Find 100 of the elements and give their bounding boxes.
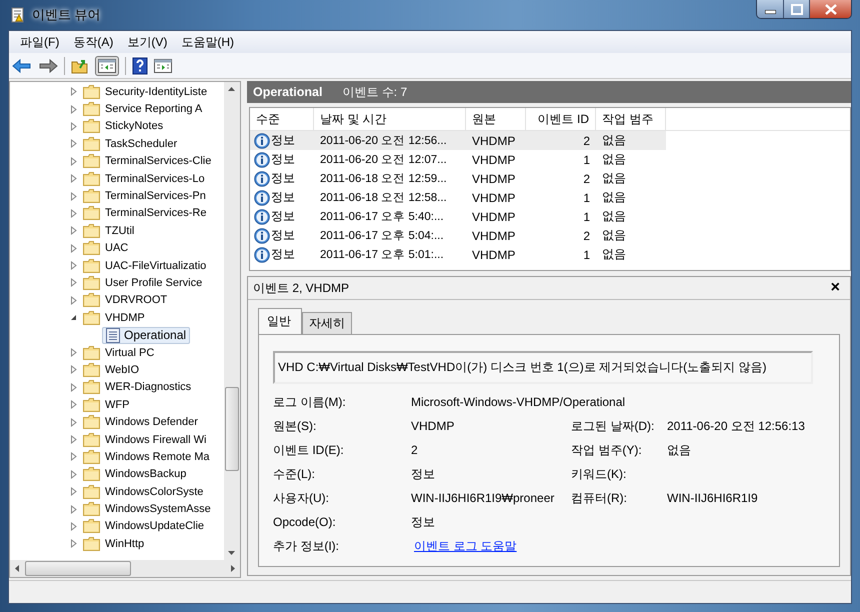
tree-item[interactable]: TerminalServices-Lo (104, 172, 206, 185)
tree-item[interactable]: WindowsUpdateClie (104, 520, 206, 532)
menu-item[interactable]: 파일(F) (13, 34, 66, 50)
horizontal-scrollbar[interactable] (10, 560, 240, 577)
expand-arrow-icon[interactable] (70, 382, 78, 392)
tree-item[interactable]: VDRVROOT (104, 294, 168, 306)
forward-icon[interactable] (38, 58, 58, 74)
collapse-arrow-icon[interactable] (70, 313, 78, 322)
tree-item[interactable]: Windows Firewall Wi (104, 434, 208, 446)
tree-item[interactable]: Virtual PC (104, 346, 156, 359)
tree-item[interactable]: User Profile Service (104, 276, 204, 289)
tree-item[interactable]: TaskScheduler (104, 138, 178, 150)
column-header[interactable]: 이벤트 ID (526, 108, 596, 130)
tree-item[interactable]: Windows Remote Ma (104, 450, 211, 463)
tree-item[interactable]: WebIO (104, 364, 140, 376)
folder-icon (83, 102, 100, 116)
expand-arrow-icon[interactable] (70, 400, 78, 410)
expand-arrow-icon[interactable] (70, 208, 78, 218)
folder-icon (83, 432, 100, 446)
tree-item[interactable]: TerminalServices-Pn (104, 190, 207, 202)
vertical-scrollbar[interactable] (224, 82, 240, 560)
event-row[interactable]: 정보 2011-06-20 오전 12:56... VHDMP 2 없음 (250, 131, 666, 150)
tree-item[interactable]: TZUtil (104, 224, 136, 237)
tree-item[interactable]: WindowsColorSyste (104, 486, 204, 498)
expand-arrow-icon[interactable] (70, 504, 78, 514)
tree-item[interactable]: TerminalServices-Clie (104, 155, 212, 168)
expand-arrow-icon[interactable] (70, 192, 78, 201)
expand-arrow-icon[interactable] (70, 470, 78, 479)
minimize-button[interactable] (757, 0, 783, 18)
table-cell-text: 2 (582, 134, 591, 148)
expand-arrow-icon[interactable] (70, 296, 78, 305)
expand-arrow-icon[interactable] (70, 261, 78, 270)
expand-arrow-icon[interactable] (70, 452, 78, 462)
tree-item[interactable]: Operational (102, 326, 190, 344)
property-label: 로그된 날짜(D): (571, 418, 656, 434)
menu-item[interactable]: 도움말(H) (174, 34, 241, 50)
maximize-button[interactable] (783, 0, 809, 18)
event-row[interactable]: 정보 2011-06-18 오전 12:59... VHDMP 2 없음 (250, 169, 666, 188)
event-row[interactable]: 정보 2011-06-17 오후 5:01:... VHDMP 1 없음 (250, 245, 666, 264)
property-value: 정보 (411, 467, 435, 481)
expand-arrow-icon[interactable] (70, 418, 78, 427)
property-label: 키워드(K): (571, 466, 628, 482)
table-cell-text: 없음 (601, 189, 627, 206)
expand-arrow-icon[interactable] (70, 122, 78, 131)
info-icon (254, 152, 270, 168)
folder-icon (83, 484, 100, 499)
app-icon (10, 7, 26, 23)
expand-arrow-icon[interactable] (70, 278, 78, 288)
expand-arrow-icon[interactable] (70, 539, 78, 548)
tree-item[interactable]: WFP (104, 398, 130, 411)
event-row[interactable]: 정보 2011-06-17 오후 5:40:... VHDMP 1 없음 (250, 207, 666, 226)
tree-item[interactable]: UAC (104, 242, 130, 254)
tree-item[interactable]: WinHttp (104, 538, 146, 550)
tree-item[interactable]: WindowsSystemAsse (104, 503, 212, 516)
table-cell-text: 없음 (601, 246, 627, 263)
tree-item[interactable]: WindowsBackup (104, 468, 188, 480)
column-header[interactable]: 수준 (250, 108, 314, 130)
expand-arrow-icon[interactable] (70, 104, 78, 114)
help-icon[interactable] (132, 56, 148, 74)
tree-item[interactable]: Windows Defender (104, 416, 199, 428)
expand-arrow-icon[interactable] (70, 348, 78, 358)
expand-arrow-icon[interactable] (70, 487, 78, 496)
table-cell-text: 없음 (601, 151, 627, 168)
scroll-thumb[interactable] (25, 561, 131, 576)
event-row[interactable]: 정보 2011-06-20 오전 12:07... VHDMP 1 없음 (250, 150, 666, 169)
close-button[interactable]: × (830, 279, 840, 297)
expand-arrow-icon[interactable] (70, 365, 78, 374)
back-icon[interactable] (12, 58, 32, 74)
action-pane-icon[interactable] (154, 58, 172, 72)
table-cell: 정보 (271, 170, 295, 187)
expand-arrow-icon[interactable] (70, 174, 78, 184)
event-row[interactable]: 정보 2011-06-18 오전 12:58... VHDMP 1 없음 (250, 188, 666, 207)
expand-arrow-icon[interactable] (70, 139, 78, 148)
event-row[interactable]: 정보 2011-06-17 오후 5:04:... VHDMP 2 없음 (250, 226, 666, 245)
column-header[interactable]: 작업 범주 (596, 108, 666, 130)
tree-item[interactable]: TerminalServices-Re (104, 207, 208, 220)
tab[interactable]: 일반 (258, 308, 302, 334)
tab[interactable]: 자세히 (302, 312, 352, 334)
column-header[interactable]: 날짜 및 시간 (314, 108, 466, 130)
expand-arrow-icon[interactable] (70, 244, 78, 253)
tree-item[interactable]: WER-Diagnostics (104, 381, 192, 394)
tree-item[interactable]: Security-IdentityListe (104, 86, 208, 98)
scroll-thumb[interactable] (225, 387, 239, 471)
menu-item[interactable]: 동작(A) (66, 34, 120, 50)
folder-up-icon[interactable] (71, 58, 89, 74)
expand-arrow-icon[interactable] (70, 87, 78, 96)
menu-item[interactable]: 보기(V) (120, 34, 174, 50)
console-tree-button[interactable] (95, 56, 119, 76)
help-link[interactable]: 이벤트 로그 도움말 (414, 539, 517, 553)
column-header[interactable]: 원본 (466, 108, 526, 130)
expand-arrow-icon[interactable] (70, 522, 78, 531)
expand-arrow-icon[interactable] (70, 156, 78, 166)
expand-arrow-icon[interactable] (70, 435, 78, 444)
tree-item[interactable]: UAC-FileVirtualizatio (104, 260, 208, 272)
expand-arrow-icon[interactable] (70, 226, 78, 236)
tree-item[interactable]: StickyNotes (104, 120, 164, 132)
folder-icon (83, 119, 100, 134)
tree-item[interactable]: Service Reporting A (104, 103, 204, 116)
tree-item[interactable]: VHDMP (104, 312, 146, 324)
close-button[interactable] (809, 0, 851, 18)
